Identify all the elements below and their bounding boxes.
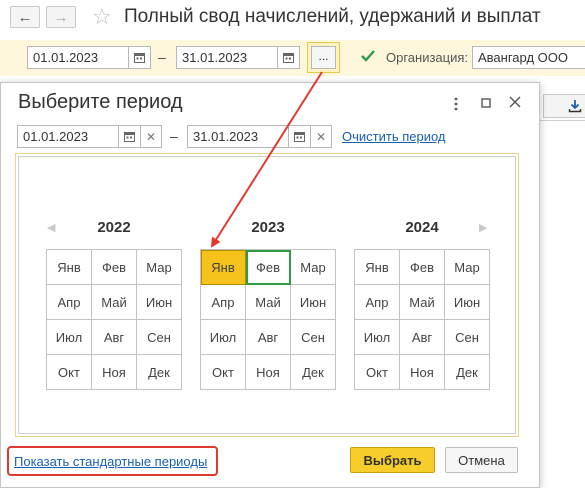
year-label-2022: 2022 [97,219,131,236]
month-cell-2022-12[interactable]: Дек [137,355,182,390]
month-cell-2022-6[interactable]: Июн [137,285,182,320]
dialog-date-from-clear-button[interactable]: ✕ [141,125,162,148]
more-menu-button[interactable] [453,96,459,112]
month-cell-2023-4[interactable]: Апр [201,285,246,320]
month-grid-2024: Янв Фев Мар Апр Май Июн Июл Авг Сен Окт Ноя Дек [354,249,490,390]
cancel-button[interactable]: Отмена [445,447,518,473]
month-cell-2024-11[interactable]: Ноя [400,355,445,390]
dialog-date-separator: – [170,128,178,144]
month-cell-2022-10[interactable]: Окт [47,355,92,390]
choose-button[interactable]: Выбрать [350,447,435,473]
month-cell-2022-11[interactable]: Ноя [92,355,137,390]
month-cell-2023-7[interactable]: Июл [201,320,246,355]
month-cell-2023-11[interactable]: Ноя [246,355,291,390]
month-cell-2022-2[interactable]: Фев [92,250,137,285]
favorite-star-icon[interactable]: ☆ [92,4,112,30]
arrow-right-icon: → [53,8,69,26]
month-cell-2022-1[interactable]: Янв [47,250,92,285]
calendar-icon [294,132,305,142]
month-cell-2024-9[interactable]: Сен [445,320,490,355]
month-cell-2023-10[interactable]: Окт [201,355,246,390]
more-vertical-icon [454,97,458,111]
month-cell-2024-2[interactable]: Фев [400,250,445,285]
organization-label: Организация: [386,50,469,65]
dialog-date-to-input[interactable]: 31.01.2023 [187,125,289,148]
toolbar-divider [538,120,585,121]
dialog-date-to-calendar-button[interactable] [289,125,311,148]
month-cell-2023-1[interactable]: Янв [201,250,246,285]
clear-period-link[interactable]: Очистить период [342,129,446,144]
close-icon [509,96,521,108]
report-title: Полный свод начислений, удержаний и выпл… [124,6,541,27]
month-cell-2024-8[interactable]: Авг [400,320,445,355]
show-standard-periods-link[interactable]: Показать стандартные периоды [14,454,207,469]
report-date-separator: – [158,49,166,65]
month-cell-2022-4[interactable]: Апр [47,285,92,320]
clear-icon: ✕ [145,129,157,144]
month-cell-2023-6[interactable]: Июн [291,285,336,320]
dialog-date-from-calendar-button[interactable] [119,125,141,148]
period-select-button[interactable]: ... [311,46,336,69]
month-cell-2022-9[interactable]: Сен [137,320,182,355]
month-cell-2022-7[interactable]: Июл [47,320,92,355]
period-dialog: Выберите период 01.01.2023 ✕ – 31.01.202… [0,82,540,488]
maximize-icon [481,98,491,108]
calendar-icon [134,53,145,63]
report-date-to-calendar-button[interactable] [278,46,300,69]
clear-icon: ✕ [315,129,327,144]
calendar-icon [124,132,135,142]
month-cell-2022-5[interactable]: Май [92,285,137,320]
back-button[interactable]: ← [10,6,40,28]
month-grid-2023: Янв Фев Мар Апр Май Июн Июл Авг Сен Окт Ноя Дек [200,249,336,390]
month-cell-2023-5[interactable]: Май [246,285,291,320]
report-date-to-input[interactable]: 31.01.2023 [176,46,278,69]
month-cell-2023-9[interactable]: Сен [291,320,336,355]
month-cell-2024-3[interactable]: Мар [445,250,490,285]
report-date-from-input[interactable]: 01.01.2023 [27,46,129,69]
month-cell-2023-3[interactable]: Мар [291,250,336,285]
month-cell-2024-5[interactable]: Май [400,285,445,320]
month-cell-2024-10[interactable]: Окт [355,355,400,390]
month-cell-2024-7[interactable]: Июл [355,320,400,355]
dialog-title: Выберите период [18,91,183,113]
toolbar-button[interactable] [543,94,585,118]
dialog-date-from-input[interactable]: 01.01.2023 [17,125,119,148]
month-grid-2022: Янв Фев Мар Апр Май Июн Июл Авг Сен Окт Ноя Дек [46,249,182,390]
report-date-from-calendar-button[interactable] [129,46,151,69]
month-cell-2024-4[interactable]: Апр [355,285,400,320]
organization-checkbox[interactable] [360,48,376,64]
month-cell-2022-8[interactable]: Авг [92,320,137,355]
checkmark-icon [361,50,375,62]
maximize-button[interactable] [479,96,493,110]
arrow-left-icon: ← [17,8,33,26]
month-cell-2023-8[interactable]: Авг [246,320,291,355]
month-cell-2022-3[interactable]: Мар [137,250,182,285]
calendar-icon [283,53,294,63]
month-cell-2024-1[interactable]: Янв [355,250,400,285]
year-label-2023: 2023 [251,219,285,236]
month-cell-2024-12[interactable]: Дек [445,355,490,390]
organization-input[interactable]: Авангард ООО [472,46,585,69]
forward-button[interactable]: → [46,6,76,28]
month-cell-2023-2[interactable]: Фев [246,250,291,285]
year-label-2024: 2024 [405,219,439,236]
month-cell-2024-6[interactable]: Июн [445,285,490,320]
month-cell-2023-12[interactable]: Дек [291,355,336,390]
download-icon [568,100,582,113]
close-button[interactable] [508,95,522,109]
dialog-date-to-clear-button[interactable]: ✕ [311,125,332,148]
